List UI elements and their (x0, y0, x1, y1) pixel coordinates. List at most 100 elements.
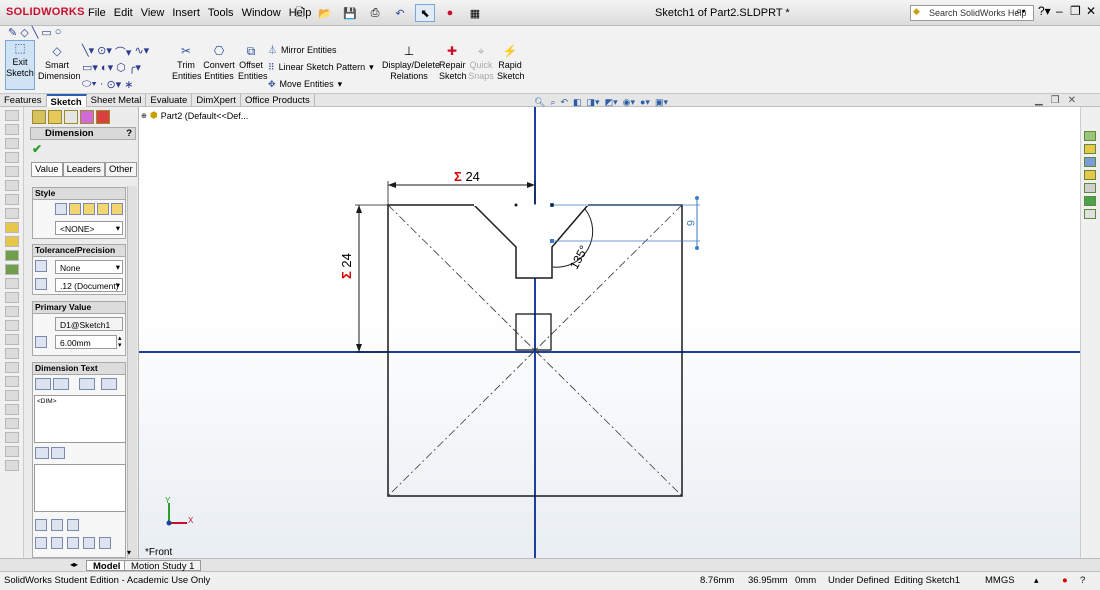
more-symbols-icon[interactable] (99, 537, 111, 549)
dimension-value-field[interactable]: 6.00mm (55, 335, 117, 349)
tool-icon[interactable] (5, 180, 19, 191)
ellipse-icon[interactable]: ⬭▾ (82, 78, 97, 91)
appearances-icon[interactable] (1084, 183, 1096, 193)
rectangle-icon[interactable]: ▭▾ (82, 61, 98, 74)
fillet-icon[interactable]: ╭▾ (129, 61, 141, 74)
justify-center-icon[interactable] (51, 519, 63, 531)
sketch-point[interactable] (550, 203, 554, 207)
tool-icon[interactable] (5, 376, 19, 387)
property-manager-scrollbar[interactable] (127, 186, 137, 561)
tool-icon[interactable] (5, 138, 19, 149)
justify-left-icon[interactable] (35, 519, 47, 531)
tab-features[interactable]: Features (0, 94, 47, 107)
menu-tools[interactable]: Tools (208, 7, 234, 19)
help-icon[interactable]: ? (126, 128, 132, 139)
mirror-entities-button[interactable]: ⏃ Mirror Entities (268, 42, 374, 59)
tool-icon[interactable] (5, 348, 19, 359)
viewport-restore-icon[interactable]: ❐ (1051, 95, 1060, 106)
tab-model[interactable]: Model (86, 560, 128, 572)
tab-office-products[interactable]: Office Products (241, 94, 315, 107)
repair-sketch-button[interactable]: ✚ Repair Sketch (439, 44, 467, 82)
center-dimension-icon[interactable] (101, 378, 117, 390)
text-position-icon[interactable] (53, 378, 69, 390)
menu-insert[interactable]: Insert (172, 7, 200, 19)
display-delete-relations-button[interactable]: ⊥ Display/Delete Relations (382, 44, 440, 82)
ok-check-icon[interactable]: ✔ (32, 142, 42, 156)
tool-icon[interactable] (5, 432, 19, 443)
polygon-icon[interactable]: ⬡ (116, 61, 126, 74)
style-delete-icon[interactable] (83, 203, 95, 215)
tool-icon[interactable] (5, 460, 19, 471)
propertymanager-icon[interactable] (48, 110, 62, 124)
tool-icon[interactable] (5, 152, 19, 163)
dimension-handle[interactable] (695, 196, 699, 200)
tool-icon[interactable] (5, 264, 19, 275)
solidworks-resources-icon[interactable] (1084, 131, 1096, 141)
tool-icon[interactable] (5, 124, 19, 135)
sketch-point[interactable] (550, 239, 554, 243)
style-load-icon[interactable] (111, 203, 123, 215)
offset-entities-button[interactable]: ⧉ Offset Entities (238, 44, 268, 82)
tool-icon[interactable] (5, 110, 19, 121)
style-add-icon[interactable] (69, 203, 81, 215)
tool-icon[interactable] (5, 390, 19, 401)
style-apply-icon[interactable] (55, 203, 67, 215)
dimxpert-icon[interactable] (80, 110, 94, 124)
dimension-handle[interactable] (695, 246, 699, 250)
inspection-icon[interactable] (51, 447, 65, 459)
menu-view[interactable]: View (141, 7, 165, 19)
undo-icon[interactable]: ↶ (390, 4, 410, 22)
tab-leaders[interactable]: Leaders (62, 162, 105, 177)
tool-icon[interactable] (5, 306, 19, 317)
units-dropdown-icon[interactable]: ▴ (1034, 575, 1039, 586)
centerline-symbol-icon[interactable] (83, 537, 95, 549)
tool-icon[interactable] (5, 194, 19, 205)
print-icon[interactable]: ⎙ (365, 4, 385, 22)
solidworks-logo[interactable]: SOLIDWORKS (6, 6, 85, 18)
tool-icon[interactable] (5, 446, 19, 457)
viewport-close-icon[interactable]: ✕ (1068, 95, 1076, 106)
tool-icon[interactable] (5, 222, 19, 233)
spline-icon[interactable]: ∿▾ (134, 44, 149, 60)
tool-icon[interactable] (5, 404, 19, 415)
custom-properties-icon[interactable] (1084, 196, 1096, 206)
rebuild-icon[interactable]: ● (440, 4, 460, 22)
horizontal-dimension-label[interactable]: Σ 24 (454, 169, 480, 184)
minimize-icon[interactable]: – (1056, 4, 1063, 18)
trim-entities-button[interactable]: ✂ Trim Entities (172, 44, 202, 82)
tab-evaluate[interactable]: Evaluate (146, 94, 193, 107)
task-pane-icon[interactable] (1084, 209, 1096, 219)
linear-sketch-pattern-button[interactable]: ⠿ Linear Sketch Pattern ▾ (268, 59, 374, 76)
tool-icon[interactable] (5, 278, 19, 289)
tool-icon[interactable] (5, 166, 19, 177)
file-explorer-icon[interactable] (1084, 157, 1096, 167)
tab-motion-study[interactable]: Motion Study 1 (124, 560, 202, 572)
diameter-symbol-icon[interactable] (35, 537, 47, 549)
tab-sketch[interactable]: Sketch (46, 94, 87, 108)
tool-icon[interactable] (5, 292, 19, 303)
exit-sketch-button[interactable]: ⬚ Exit Sketch (5, 40, 35, 90)
tool-icon[interactable] (5, 208, 19, 219)
text-position-icon[interactable] (35, 378, 51, 390)
point-icon[interactable]: · (100, 78, 104, 91)
text-icon[interactable]: ∗ (124, 78, 133, 91)
smart-dimension-button[interactable]: ◇ Smart Dimension (38, 44, 81, 82)
move-entities-button[interactable]: ✥ Move Entities ▾ (268, 76, 374, 93)
arc-icon[interactable]: ⌒▾ (115, 44, 132, 60)
graphics-area[interactable]: ⊕ ⬢ Part2 (Default<<Def... 🔍︎ ⌕ ↶ ◧ ◨▾ ◩… (139, 95, 1080, 558)
tool-icon[interactable] (5, 250, 19, 261)
rapid-sketch-button[interactable]: ⚡ Rapid Sketch (497, 44, 525, 82)
selected-dimension-label[interactable]: 6 (684, 220, 696, 226)
restore-icon[interactable]: ❐ (1070, 4, 1081, 18)
options-icon[interactable]: ▦ (465, 4, 485, 22)
line-icon[interactable]: ╲▾ (82, 44, 94, 60)
help-question-icon[interactable]: ? (1080, 575, 1085, 586)
style-select[interactable]: <NONE> ▾ (55, 221, 123, 235)
style-save-icon[interactable] (97, 203, 109, 215)
rectangle-mini-icon[interactable]: ▭ (41, 26, 51, 39)
menu-window[interactable]: Window (242, 7, 281, 19)
tolerance-select[interactable]: None ▾ (55, 260, 123, 274)
new-document-icon[interactable]: 🗋 (290, 4, 310, 22)
display-manager-icon[interactable] (96, 110, 110, 124)
featuremanager-icon[interactable] (32, 110, 46, 124)
